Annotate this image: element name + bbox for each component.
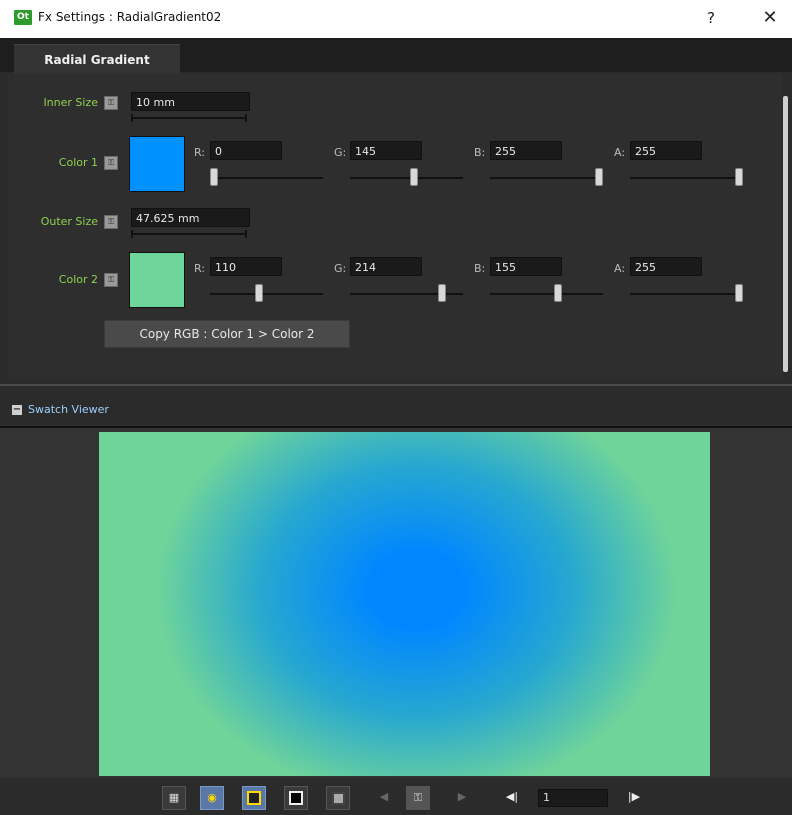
color1-lock-icon[interactable]: ⚿: [104, 156, 118, 170]
color1-a-field[interactable]: 255: [630, 141, 702, 160]
tab-radial-gradient[interactable]: Radial Gradient: [14, 44, 180, 75]
inner-size-slider[interactable]: [131, 114, 247, 122]
color2-label: Color 2: [58, 273, 98, 286]
outer-size-slider[interactable]: [131, 230, 247, 238]
color1-b-field[interactable]: 255: [490, 141, 562, 160]
swatch-viewer-title: Swatch Viewer: [28, 403, 109, 416]
color2-r-slider[interactable]: [255, 284, 264, 302]
color2-g-slider[interactable]: [438, 284, 447, 302]
color1-g-label: G:: [334, 146, 347, 159]
color1-a-label: A:: [614, 146, 626, 159]
viewer-toolbar: [0, 778, 792, 815]
first-frame-icon[interactable]: ◀|: [500, 786, 524, 810]
color1-r-track: [210, 177, 323, 179]
color1-g-field[interactable]: 145: [350, 141, 422, 160]
window-title: Fx Settings : RadialGradient02: [38, 10, 222, 24]
color2-g-field[interactable]: 214: [350, 257, 422, 276]
eye-icon[interactable]: ◉: [200, 786, 224, 810]
outer-size-lock-icon[interactable]: ⚿: [104, 215, 118, 229]
color1-b-track: [490, 177, 603, 179]
color1-swatch[interactable]: [129, 136, 185, 192]
color1-label: Color 1: [58, 156, 98, 169]
inner-size-field[interactable]: 10 mm: [131, 92, 250, 111]
params-scrollbar[interactable]: [783, 96, 788, 372]
swatch-viewer-header: [0, 398, 792, 424]
white-bg-icon[interactable]: [326, 786, 350, 810]
panel-divider[interactable]: [0, 384, 792, 386]
color2-b-track: [490, 293, 603, 295]
inner-size-lock-icon[interactable]: ⚿: [104, 96, 118, 110]
color2-b-label: B:: [474, 262, 486, 275]
color2-r-label: R:: [194, 262, 206, 275]
color2-g-label: G:: [334, 262, 347, 275]
outer-size-field[interactable]: 47.625 mm: [131, 208, 250, 227]
color1-g-track: [350, 177, 463, 179]
title-bar: Ot Fx Settings : RadialGradient02 ? ✕: [0, 0, 792, 38]
color2-g-track: [350, 293, 463, 295]
color1-r-slider[interactable]: [210, 168, 218, 186]
color2-a-field[interactable]: 255: [630, 257, 702, 276]
app-icon: Ot: [14, 10, 32, 25]
gradient-preview[interactable]: [99, 432, 710, 776]
copy-rgb-button[interactable]: Copy RGB : Color 1 > Color 2: [104, 320, 350, 348]
color1-a-slider[interactable]: [735, 168, 743, 186]
close-button[interactable]: ✕: [758, 6, 782, 30]
color2-a-label: A:: [614, 262, 626, 275]
color1-g-slider[interactable]: [409, 168, 418, 186]
color1-b-label: B:: [474, 146, 486, 159]
help-button[interactable]: ?: [699, 6, 723, 30]
color2-a-track: [630, 293, 743, 295]
color2-a-slider[interactable]: [735, 284, 743, 302]
black-bg-icon[interactable]: [284, 786, 308, 810]
color1-r-label: R:: [194, 146, 206, 159]
color2-r-track: [210, 293, 323, 295]
color1-r-field[interactable]: 0: [210, 141, 282, 160]
camera-stand-icon[interactable]: [242, 786, 266, 810]
checker-icon[interactable]: ▦: [162, 786, 186, 810]
collapse-icon[interactable]: −: [12, 405, 22, 415]
frame-field[interactable]: 1: [538, 789, 608, 807]
lock-icon[interactable]: ⚿: [406, 786, 430, 810]
inner-size-label: Inner Size: [43, 96, 98, 109]
color2-r-field[interactable]: 110: [210, 257, 282, 276]
color1-b-slider[interactable]: [595, 168, 603, 186]
color1-a-track: [630, 177, 743, 179]
outer-size-label: Outer Size: [40, 215, 98, 228]
color2-lock-icon[interactable]: ⚿: [104, 273, 118, 287]
next-icon[interactable]: ▶: [450, 786, 474, 810]
color2-swatch[interactable]: [129, 252, 185, 308]
last-frame-icon[interactable]: |▶: [622, 786, 646, 810]
color2-b-field[interactable]: 155: [490, 257, 562, 276]
color2-b-slider[interactable]: [553, 284, 562, 302]
prev-icon[interactable]: ◀: [372, 786, 396, 810]
